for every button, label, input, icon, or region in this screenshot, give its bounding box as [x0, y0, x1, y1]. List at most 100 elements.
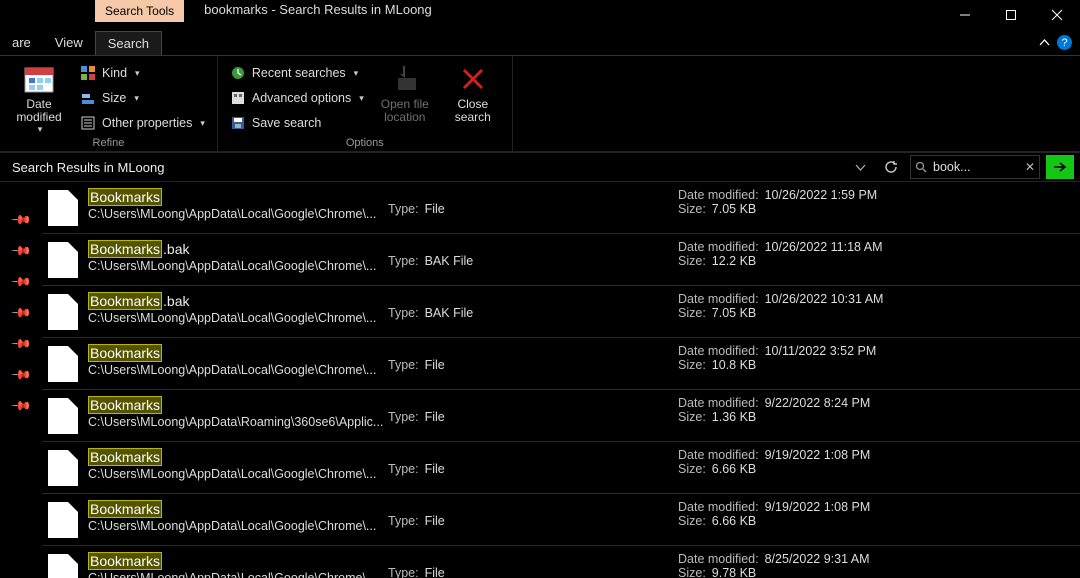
window-title: bookmarks - Search Results in MLoong: [204, 2, 432, 17]
address-history-button[interactable]: [849, 163, 872, 172]
date-value: 8/25/2022 9:31 AM: [765, 552, 870, 566]
result-row[interactable]: BookmarksC:\Users\MLoong\AppData\Roaming…: [42, 390, 1080, 442]
date-label: Date modified:: [678, 292, 759, 306]
type-value: BAK File: [425, 254, 474, 268]
minimize-button[interactable]: [942, 0, 988, 30]
dropdown-icon: ▾: [359, 93, 364, 104]
other-properties-button[interactable]: Other properties▾: [76, 112, 209, 134]
file-icon: [48, 190, 78, 226]
file-name: Bookmarks.bak: [88, 292, 388, 310]
size-label: Size:: [678, 410, 706, 424]
content-area: 📌 📌 📌 📌 📌 📌 📌 BookmarksC:\Users\MLoong\A…: [0, 182, 1080, 578]
date-value: 9/19/2022 1:08 PM: [765, 500, 871, 514]
type-label: Type:: [388, 410, 419, 424]
file-path: C:\Users\MLoong\AppData\Local\Google\Chr…: [88, 363, 388, 377]
type-label: Type:: [388, 462, 419, 476]
highlight: Bookmarks: [88, 552, 162, 570]
title-bar: Search Tools bookmarks - Search Results …: [0, 0, 1080, 30]
pin-icon[interactable]: 📌: [10, 333, 33, 356]
maximize-button[interactable]: [988, 0, 1034, 30]
refresh-button[interactable]: [878, 160, 904, 174]
recent-icon: [230, 65, 246, 81]
open-file-location-button[interactable]: Open file location: [374, 60, 436, 124]
result-row[interactable]: Bookmarks.bakC:\Users\MLoong\AppData\Loc…: [42, 234, 1080, 286]
highlight: Bookmarks: [88, 188, 162, 206]
search-text: book...: [933, 160, 1019, 174]
highlight: Bookmarks: [88, 292, 162, 310]
chevron-down-icon: [855, 163, 866, 172]
date-label: Date modified:: [678, 188, 759, 202]
ribbon: Date modified ▾ Kind▾ Size▾ Other proper…: [0, 56, 1080, 152]
group-label-refine: Refine: [8, 135, 209, 149]
date-label: Date modified:: [678, 240, 759, 254]
search-go-button[interactable]: [1046, 155, 1074, 179]
result-row[interactable]: BookmarksC:\Users\MLoong\AppData\Local\G…: [42, 546, 1080, 578]
quick-access-strip: 📌 📌 📌 📌 📌 📌 📌: [0, 182, 42, 578]
highlight: Bookmarks: [88, 240, 162, 258]
file-icon: [48, 502, 78, 538]
calendar-icon: [22, 62, 56, 96]
kind-label: Kind: [102, 66, 127, 80]
pin-icon[interactable]: 📌: [10, 271, 33, 294]
save-search-button[interactable]: Save search: [226, 112, 368, 134]
highlight: Bookmarks: [88, 396, 162, 414]
close-search-button[interactable]: Close search: [442, 60, 504, 124]
highlight: Bookmarks: [88, 344, 162, 362]
close-button[interactable]: [1034, 0, 1080, 30]
pin-icon[interactable]: 📌: [10, 364, 33, 387]
pin-icon[interactable]: 📌: [10, 209, 33, 232]
search-results-list[interactable]: BookmarksC:\Users\MLoong\AppData\Local\G…: [42, 182, 1080, 578]
size-icon: [80, 90, 96, 106]
kind-button[interactable]: Kind▾: [76, 62, 209, 84]
advanced-options-button[interactable]: Advanced options▾: [226, 87, 368, 109]
pin-icon[interactable]: 📌: [10, 240, 33, 263]
size-button[interactable]: Size▾: [76, 87, 209, 109]
tab-view[interactable]: View: [43, 31, 95, 54]
date-modified-button[interactable]: Date modified ▾: [8, 60, 70, 135]
search-icon: [915, 161, 927, 173]
tab-search[interactable]: Search: [95, 31, 162, 55]
date-value: 10/11/2022 3:52 PM: [765, 344, 877, 358]
pin-icon[interactable]: 📌: [10, 395, 33, 418]
advanced-icon: [230, 90, 246, 106]
minimize-icon: [959, 9, 971, 21]
date-value: 9/19/2022 1:08 PM: [765, 448, 871, 462]
size-label: Size:: [678, 202, 706, 216]
file-icon: [48, 450, 78, 486]
open-file-location-label: Open file location: [381, 98, 429, 124]
result-row[interactable]: BookmarksC:\Users\MLoong\AppData\Local\G…: [42, 442, 1080, 494]
pin-icon[interactable]: 📌: [10, 302, 33, 325]
type-value: File: [425, 462, 445, 476]
collapse-ribbon-button[interactable]: [1039, 38, 1050, 47]
recent-searches-button[interactable]: Recent searches▾: [226, 62, 368, 84]
file-path: C:\Users\MLoong\AppData\Local\Google\Chr…: [88, 519, 388, 533]
file-path: C:\Users\MLoong\AppData\Local\Google\Chr…: [88, 571, 388, 578]
kind-icon: [80, 65, 96, 81]
result-row[interactable]: BookmarksC:\Users\MLoong\AppData\Local\G…: [42, 338, 1080, 390]
file-icon: [48, 346, 78, 382]
search-input[interactable]: book... ✕: [910, 155, 1040, 179]
clear-search-button[interactable]: ✕: [1025, 160, 1035, 174]
group-label-options: Options: [226, 135, 504, 149]
date-label: Date modified:: [678, 396, 759, 410]
help-button[interactable]: ?: [1057, 35, 1072, 50]
result-row[interactable]: BookmarksC:\Users\MLoong\AppData\Local\G…: [42, 494, 1080, 546]
file-icon: [48, 242, 78, 278]
file-name: Bookmarks: [88, 552, 388, 570]
close-icon: [1051, 9, 1063, 21]
date-modified-label: Date modified: [16, 98, 61, 124]
dropdown-icon: ▾: [200, 118, 205, 129]
tab-share[interactable]: are: [0, 31, 43, 54]
type-value: File: [425, 202, 445, 216]
result-row[interactable]: BookmarksC:\Users\MLoong\AppData\Local\G…: [42, 182, 1080, 234]
search-tools-contextual-tab[interactable]: Search Tools: [95, 0, 184, 22]
ribbon-group-refine: Date modified ▾ Kind▾ Size▾ Other proper…: [0, 56, 218, 151]
ribbon-tabs: are View Search ?: [0, 30, 1080, 56]
address-bar-row: Search Results in MLoong book... ✕: [0, 152, 1080, 182]
result-row[interactable]: Bookmarks.bakC:\Users\MLoong\AppData\Loc…: [42, 286, 1080, 338]
file-name: Bookmarks.bak: [88, 240, 388, 258]
file-path: C:\Users\MLoong\AppData\Local\Google\Chr…: [88, 467, 388, 481]
address-bar[interactable]: Search Results in MLoong: [6, 157, 843, 178]
file-extension: .bak: [163, 241, 189, 257]
size-label: Size:: [678, 462, 706, 476]
